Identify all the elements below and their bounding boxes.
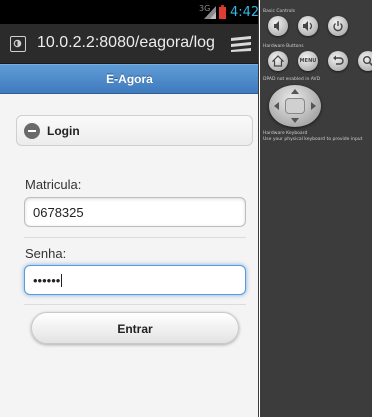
text-cursor bbox=[61, 274, 63, 287]
signal-icon bbox=[204, 6, 216, 19]
login-section-label: Login bbox=[47, 124, 80, 138]
device-screen: 3G 4:42 10.0.2.2:8080/eagora/logi E-Agor… bbox=[0, 0, 259, 417]
site-info-icon[interactable] bbox=[10, 36, 26, 52]
hardware-keyboard-label: Hardware Keyboard bbox=[263, 131, 308, 136]
home-button[interactable] bbox=[268, 51, 288, 71]
senha-masked-value: •••••• bbox=[33, 273, 61, 288]
login-collapsible-header[interactable]: Login bbox=[16, 115, 253, 146]
url-text[interactable]: 10.0.2.2:8080/eagora/logi bbox=[37, 34, 215, 52]
senha-label: Senha: bbox=[25, 246, 67, 261]
matricula-input[interactable]: 0678325 bbox=[24, 197, 246, 227]
matricula-value: 0678325 bbox=[33, 205, 84, 220]
field-divider bbox=[24, 237, 246, 238]
status-bar: 3G 4:42 bbox=[0, 0, 259, 24]
back-button[interactable] bbox=[328, 51, 348, 71]
dpad-center-button[interactable] bbox=[285, 98, 305, 114]
volume-up-button[interactable] bbox=[298, 16, 318, 36]
search-icon bbox=[363, 56, 372, 67]
page-header: E-Agora bbox=[0, 64, 258, 94]
status-clock: 4:42 bbox=[230, 5, 259, 20]
browser-menu-icon[interactable] bbox=[231, 36, 251, 52]
search-button[interactable] bbox=[358, 51, 372, 71]
hardware-buttons-label: Hardware Buttons bbox=[263, 44, 304, 49]
volume-up-icon bbox=[303, 21, 313, 31]
page-title: E-Agora bbox=[106, 72, 153, 86]
basic-controls-label: Basic Controls bbox=[263, 9, 295, 14]
volume-down-button[interactable] bbox=[268, 16, 288, 36]
matricula-label: Matricula: bbox=[25, 177, 82, 192]
dpad-disabled-label: DPAD not enabled in AVD bbox=[263, 77, 321, 82]
browser-url-bar[interactable]: 10.0.2.2:8080/eagora/logi bbox=[0, 24, 258, 64]
entrar-button[interactable]: Entrar bbox=[31, 312, 239, 344]
dpad-control[interactable] bbox=[269, 85, 321, 127]
app-root: 3G 4:42 10.0.2.2:8080/eagora/logi E-Agor… bbox=[0, 0, 372, 417]
volume-down-icon bbox=[274, 21, 279, 31]
field-divider bbox=[24, 304, 246, 305]
battery-icon bbox=[219, 5, 226, 19]
emulator-controls-panel: Basic Controls Hardware Buttons MENU DPA… bbox=[260, 0, 372, 417]
power-button[interactable] bbox=[328, 16, 348, 36]
hardware-keyboard-hint: Use your physical keyboard to provide in… bbox=[263, 137, 363, 142]
power-icon bbox=[333, 21, 343, 32]
back-icon bbox=[333, 55, 344, 65]
collapse-minus-icon bbox=[24, 123, 40, 139]
menu-button-label: MENU bbox=[299, 58, 317, 64]
home-icon bbox=[272, 55, 284, 67]
menu-button[interactable]: MENU bbox=[298, 51, 318, 71]
senha-password-input[interactable]: •••••• bbox=[24, 265, 246, 295]
